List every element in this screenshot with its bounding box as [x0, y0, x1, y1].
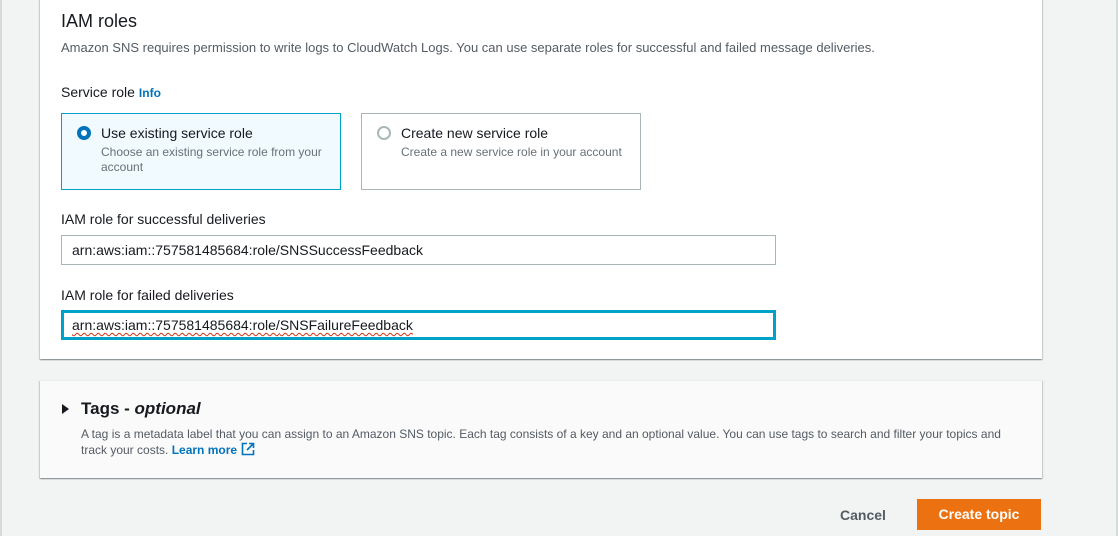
success-role-label: IAM role for successful deliveries	[61, 211, 266, 227]
cancel-button[interactable]: Cancel	[826, 501, 900, 529]
success-role-input[interactable]: arn:aws:iam::757581485684:role/SNSSucces…	[61, 235, 776, 265]
create-new-role-description: Create a new service role in your accoun…	[401, 145, 622, 159]
use-existing-role-tile[interactable]: Use existing service role Choose an exis…	[61, 113, 341, 190]
iam-roles-title: IAM roles	[61, 11, 138, 31]
create-new-role-radio[interactable]	[377, 126, 391, 140]
page: IAM roles Amazon SNS requires permission…	[0, 0, 1118, 536]
iam-roles-description: Amazon SNS requires permission to write …	[61, 40, 875, 55]
failure-role-input[interactable]: arn:aws:iam::757581485684:role/SNSFailur…	[61, 310, 776, 340]
iam-roles-panel: IAM roles Amazon SNS requires permission…	[40, 0, 1042, 359]
use-existing-role-title: Use existing service role	[101, 125, 253, 141]
use-existing-role-description: Choose an existing service role from you…	[101, 145, 322, 174]
tags-expand-header[interactable]: Tags - optional	[81, 399, 201, 419]
create-new-role-tile[interactable]: Create new service role Create a new ser…	[361, 113, 641, 190]
create-new-role-title: Create new service role	[401, 125, 549, 141]
failure-role-value-suffix: SNSFailureFeedback	[279, 317, 413, 333]
tags-title-optional: optional	[134, 399, 201, 418]
service-role-info-link[interactable]: Info	[139, 86, 161, 100]
create-topic-button[interactable]: Create topic	[917, 499, 1041, 530]
failure-role-label: IAM role for failed deliveries	[61, 287, 234, 303]
failure-role-value-prefix: arn:aws:iam::757581485684:role/	[72, 317, 280, 333]
service-role-label: Service role Info	[61, 84, 161, 100]
learn-more-link[interactable]: Learn more	[172, 443, 237, 457]
tags-title-text: Tags -	[81, 399, 135, 418]
external-link-icon[interactable]	[241, 442, 255, 460]
tags-description: A tag is a metadata label that you can a…	[81, 426, 1021, 460]
caret-right-icon[interactable]	[62, 404, 69, 414]
service-role-label-text: Service role	[61, 84, 135, 100]
left-divider	[0, 0, 2, 536]
use-existing-role-radio[interactable]	[77, 126, 91, 140]
tags-panel: Tags - optional A tag is a metadata labe…	[40, 380, 1042, 478]
